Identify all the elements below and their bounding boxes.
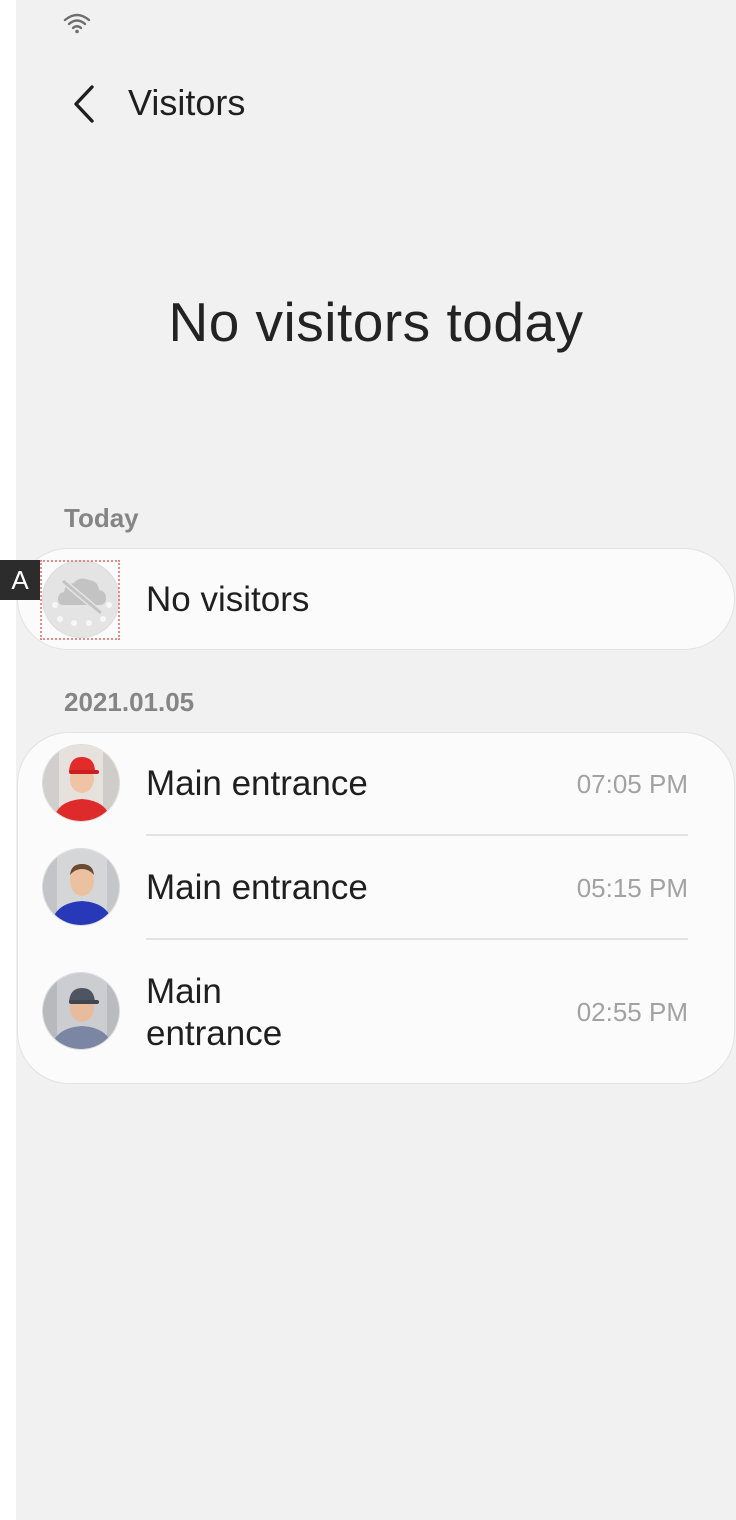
visitor-photo — [42, 972, 120, 1050]
no-visitors-text: No visitors — [146, 580, 310, 619]
status-bar — [16, 0, 736, 44]
section-label-date: 2021.01.05 — [64, 687, 195, 717]
visit-time: 05:15 PM — [576, 873, 688, 903]
visitor-location: Main entrance — [146, 764, 368, 803]
chevron-left-icon — [74, 85, 94, 123]
annotation-marker: A — [0, 560, 40, 600]
visitor-portrait — [43, 745, 119, 821]
back-button[interactable] — [56, 76, 112, 132]
empty-state-message: No visitors today — [168, 291, 584, 353]
history-card: Main entrance 07:05 PM Main entrance 05:… — [17, 732, 735, 1084]
visitor-portrait — [43, 973, 119, 1049]
visitor-location: Main entrance — [146, 868, 368, 907]
visitor-photo — [42, 848, 120, 926]
left-edge — [0, 0, 16, 1520]
divider — [146, 938, 688, 940]
section-label-today: Today — [64, 503, 139, 533]
annotation-highlight-box — [40, 560, 120, 640]
visitor-photo — [42, 744, 120, 822]
today-card: No visitors — [17, 548, 735, 650]
visitors-screen: Visitors No visitors today Today No visi… — [16, 0, 736, 1520]
page-title: Visitors — [128, 82, 246, 123]
visitor-portrait — [43, 849, 119, 925]
divider — [146, 834, 688, 836]
visit-time: 07:05 PM — [576, 769, 688, 799]
visit-time: 02:55 PM — [576, 997, 688, 1027]
wifi-icon — [63, 13, 91, 34]
visitor-location: Main entrance — [146, 972, 283, 1053]
